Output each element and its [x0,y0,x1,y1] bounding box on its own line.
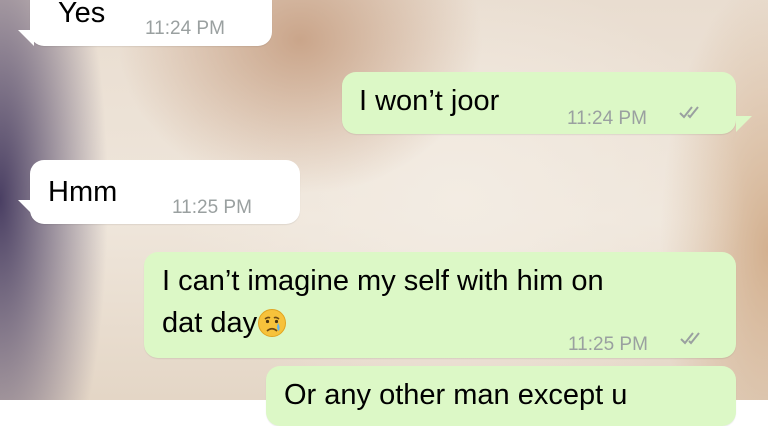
message-text: Hmm [48,176,118,208]
bubble-tail [736,116,752,132]
message-text-line-2: dat day [162,304,287,342]
crying-face-emoji [258,309,287,337]
message-text: dat day [162,307,258,339]
outgoing-message-bubble[interactable]: I can’t imagine my self with him on dat … [144,252,736,358]
message-text: Yes [58,0,106,29]
message-timestamp: 11:25 PM [172,197,252,218]
message-timestamp: 11:24 PM [567,108,647,129]
bubble-tail [18,200,34,216]
message-timestamp: 11:25 PM [568,334,648,355]
message-list[interactable]: Yes 11:24 PM I won’t joor 11:24 PM Hmm 1… [0,0,768,426]
double-check-icon [680,332,700,345]
bubble-tail [18,30,34,46]
outgoing-message-bubble[interactable]: I won’t joor 11:24 PM [342,72,736,134]
message-text-line-1: I can’t imagine my self with him on [162,265,604,297]
double-check-icon [679,106,699,119]
message-text: I won’t joor [359,85,500,117]
incoming-message-bubble[interactable]: Hmm 11:25 PM [30,160,300,224]
message-timestamp: 11:24 PM [145,18,225,39]
message-text: Or any other man except u [284,379,628,411]
incoming-message-bubble[interactable]: Yes 11:24 PM [30,0,272,46]
outgoing-message-bubble[interactable]: Or any other man except u [266,366,736,426]
